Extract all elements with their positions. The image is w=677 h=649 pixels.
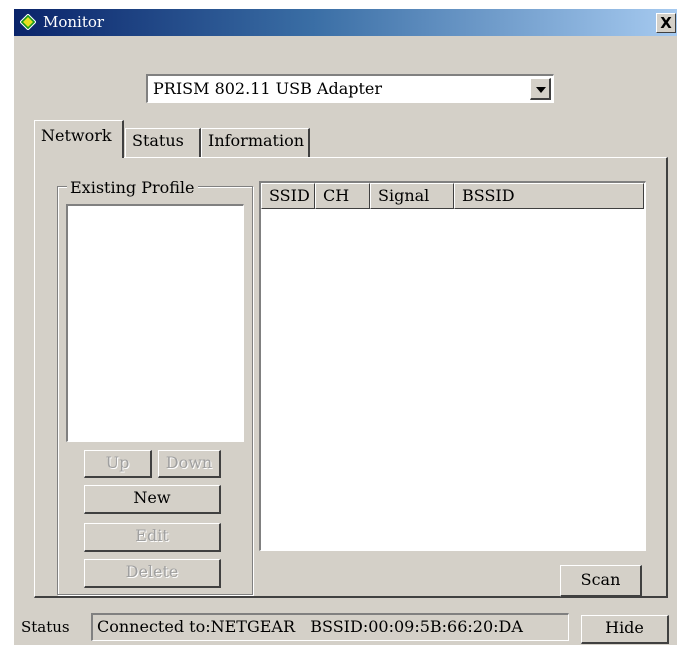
dropdown-button[interactable] [530,78,551,100]
network-list[interactable]: SSID CH Signal BSSID [259,181,646,551]
column-header-signal[interactable]: Signal [370,183,454,209]
down-button[interactable]: Down [158,450,221,478]
status-text: Connected to:NETGEAR BSSID:00:09:5B:66:2… [97,617,523,636]
edit-button[interactable]: Edit [84,523,221,552]
status-field: Connected to:NETGEAR BSSID:00:09:5B:66:2… [91,613,569,641]
tab-network[interactable]: Network [34,120,124,158]
status-label: Status [21,618,70,636]
close-button[interactable]: X [656,13,676,33]
profile-list[interactable] [66,204,244,442]
column-header-ssid[interactable]: SSID [261,183,315,209]
tab-status[interactable]: Status [125,128,201,158]
scan-button[interactable]: Scan [560,565,642,597]
title-bar[interactable]: Monitor X [14,9,677,36]
up-button[interactable]: Up [84,450,152,478]
monitor-window: Monitor X PRISM 802.11 USB Adapter Netwo… [14,9,677,645]
new-button[interactable]: New [84,485,221,514]
column-header-bssid[interactable]: BSSID [454,183,644,209]
column-header-ch[interactable]: CH [315,183,370,209]
adapter-select[interactable]: PRISM 802.11 USB Adapter [146,74,554,103]
hide-button[interactable]: Hide [581,615,669,644]
adapter-value: PRISM 802.11 USB Adapter [153,79,383,98]
chevron-down-icon [536,87,546,93]
tab-information[interactable]: Information [201,128,310,158]
app-diamond-icon [20,14,36,30]
delete-button[interactable]: Delete [84,559,221,588]
existing-profile-label: Existing Profile [67,178,198,197]
window-title: Monitor [43,13,105,31]
